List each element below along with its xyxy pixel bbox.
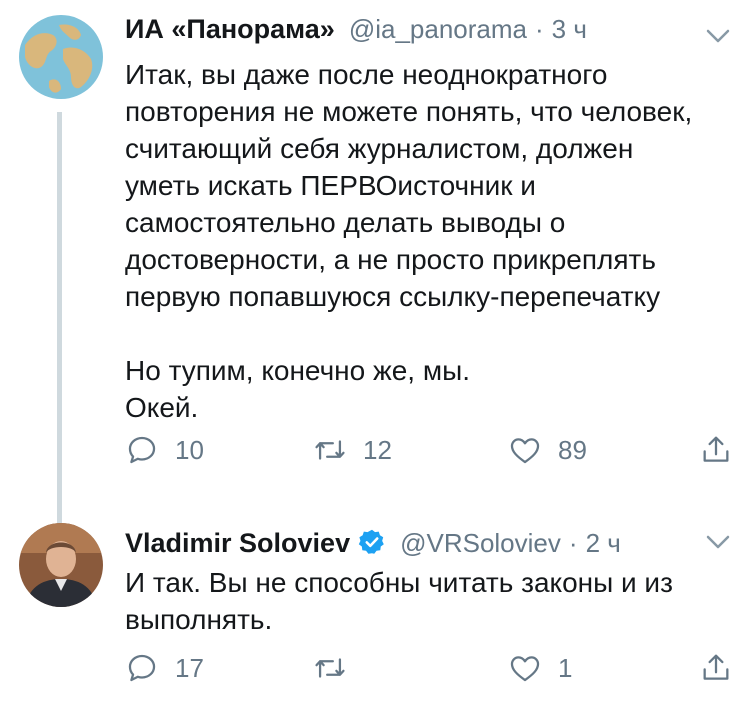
retweet-count: 12: [363, 434, 392, 465]
like-count: 1: [558, 652, 573, 683]
reply-count: 17: [175, 652, 204, 683]
separator: ·: [568, 528, 578, 558]
share-button[interactable]: [699, 430, 733, 470]
reply-icon: [128, 436, 156, 464]
thread-line: [57, 112, 62, 527]
handle[interactable]: @ia_panorama: [349, 14, 527, 45]
chevron-down-icon[interactable]: [706, 28, 730, 44]
avatar[interactable]: [19, 15, 103, 99]
separator: ·: [534, 14, 544, 44]
retweet-icon: [315, 440, 345, 460]
share-icon: [703, 436, 729, 462]
tweet-header: ИА «Панорама» @ia_panorama · 3 ч: [125, 14, 587, 45]
reply-button[interactable]: 10: [125, 430, 204, 470]
like-count: 89: [558, 434, 587, 465]
heart-icon: [510, 438, 540, 464]
chevron-down-icon[interactable]: [706, 534, 730, 550]
like-button[interactable]: 89: [508, 430, 587, 470]
tweet-text: И так. Вы не способны читать законы и из…: [125, 567, 673, 635]
heart-icon: [510, 656, 540, 682]
timestamp[interactable]: 3 ч: [552, 14, 587, 45]
retweet-icon: [315, 658, 345, 678]
tweet-header: Vladimir Soloviev @VRSoloviev · 2 ч: [125, 524, 621, 559]
reply-icon: [128, 654, 156, 682]
retweet-button[interactable]: [313, 648, 363, 688]
tweet-actions: 17 1: [125, 648, 735, 688]
user-photo: [19, 523, 103, 607]
handle[interactable]: @VRSoloviev: [400, 528, 561, 559]
timestamp[interactable]: 2 ч: [586, 528, 621, 559]
display-name[interactable]: Vladimir Soloviev: [125, 528, 350, 559]
share-icon: [703, 654, 729, 680]
reply-button[interactable]: 17: [125, 648, 204, 688]
tweet-text: Итак, вы даже после неоднократного повто…: [125, 59, 693, 423]
verified-badge-icon: [358, 529, 384, 554]
like-button[interactable]: 1: [508, 648, 572, 688]
display-name[interactable]: ИА «Панорама»: [125, 14, 335, 45]
avatar[interactable]: [19, 523, 103, 607]
share-button[interactable]: [699, 648, 733, 688]
retweet-button[interactable]: 12: [313, 430, 392, 470]
globe-icon: [19, 15, 103, 99]
tweet-actions: 10 12 89: [125, 430, 735, 470]
reply-count: 10: [175, 434, 204, 465]
